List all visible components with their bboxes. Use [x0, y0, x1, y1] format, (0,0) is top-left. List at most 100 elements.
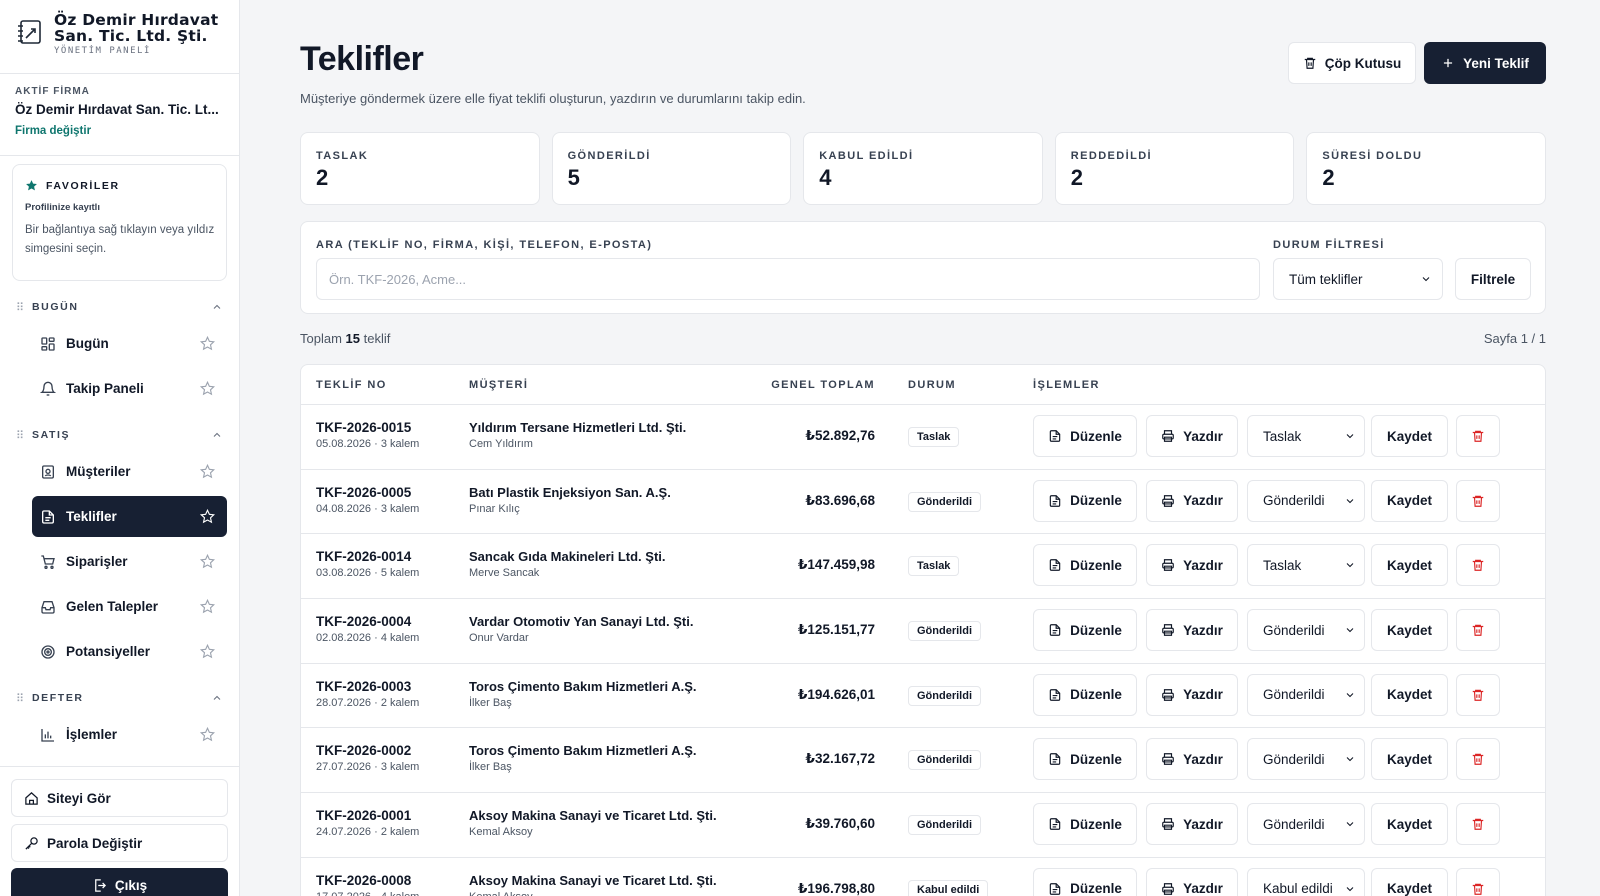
star-outline-icon[interactable]	[200, 727, 215, 742]
print-button[interactable]: Yazdır	[1146, 673, 1238, 716]
quote-number-cell: TKF-2026-0014 03.08.2026 · 5 kalem	[316, 549, 419, 579]
edit-button[interactable]: Düzenle	[1033, 479, 1137, 522]
delete-button[interactable]	[1456, 673, 1500, 716]
star-outline-icon[interactable]	[200, 336, 215, 351]
status-select[interactable]: Taslak	[1247, 544, 1365, 587]
section-sales-header[interactable]: ⠿ SATIŞ	[0, 423, 239, 447]
chevron-up-icon[interactable]	[211, 301, 223, 313]
quote-number[interactable]: TKF-2026-0003	[316, 679, 419, 694]
printer-icon	[1161, 558, 1175, 572]
star-outline-icon[interactable]	[200, 554, 215, 569]
status-select[interactable]: Gönderildi	[1247, 673, 1365, 716]
delete-button[interactable]	[1456, 738, 1500, 781]
favorites-subtitle: Profilinize kayıtlı	[25, 202, 100, 213]
save-button[interactable]: Kaydet	[1371, 479, 1448, 522]
customer-name: Sancak Gıda Makineleri Ltd. Şti.	[469, 549, 666, 565]
status-select[interactable]: Gönderildi	[1247, 479, 1365, 522]
delete-button[interactable]	[1456, 479, 1500, 522]
chevron-up-icon[interactable]	[211, 429, 223, 441]
status-select[interactable]: Gönderildi	[1247, 609, 1365, 652]
delete-button[interactable]	[1456, 609, 1500, 652]
save-button[interactable]: Kaydet	[1371, 803, 1448, 846]
sidebar-item-leads[interactable]: Potansiyeller	[32, 631, 227, 672]
drag-handle-icon[interactable]: ⠿	[16, 692, 28, 705]
sidebar-item-quotes[interactable]: Teklifler	[32, 496, 227, 537]
delete-button[interactable]	[1456, 415, 1500, 457]
print-button[interactable]: Yazdır	[1146, 738, 1238, 781]
delete-button[interactable]	[1456, 803, 1500, 846]
print-button[interactable]: Yazdır	[1146, 479, 1238, 522]
edit-button[interactable]: Düzenle	[1033, 738, 1137, 781]
quote-number[interactable]: TKF-2026-0005	[316, 485, 419, 500]
quote-number[interactable]: TKF-2026-0015	[316, 420, 419, 435]
stat-card-expired[interactable]: SÜRESİ DOLDU 2	[1306, 132, 1546, 205]
sidebar-item-transactions[interactable]: İşlemler	[32, 714, 227, 755]
star-outline-icon[interactable]	[200, 644, 215, 659]
quote-number[interactable]: TKF-2026-0004	[316, 614, 419, 629]
search-input[interactable]	[316, 258, 1260, 300]
delete-button[interactable]	[1456, 544, 1500, 587]
status-select[interactable]: Taslak	[1247, 415, 1365, 457]
trash-button[interactable]: Çöp Kutusu	[1288, 42, 1416, 84]
sidebar-item-orders[interactable]: Siparişler	[32, 541, 227, 582]
firm-change-link[interactable]: Firma değiştir	[15, 125, 224, 137]
edit-button[interactable]: Düzenle	[1033, 609, 1137, 652]
save-button[interactable]: Kaydet	[1371, 738, 1448, 781]
stat-card-draft[interactable]: TASLAK 2	[300, 132, 540, 205]
drag-handle-icon[interactable]: ⠿	[16, 301, 28, 314]
quote-number[interactable]: TKF-2026-0008	[316, 873, 419, 888]
star-outline-icon[interactable]	[200, 509, 215, 524]
stat-card-accepted[interactable]: KABUL EDİLDİ 4	[803, 132, 1043, 205]
section-ledger-header[interactable]: ⠿ DEFTER	[0, 686, 239, 710]
status-select[interactable]: Gönderildi	[1247, 738, 1365, 781]
edit-button[interactable]: Düzenle	[1033, 673, 1137, 716]
star-outline-icon[interactable]	[200, 381, 215, 396]
change-password-button[interactable]: Parola Değiştir	[11, 824, 228, 862]
sidebar-item-requests[interactable]: Gelen Talepler	[32, 586, 227, 627]
quote-number[interactable]: TKF-2026-0001	[316, 808, 419, 823]
print-button[interactable]: Yazdır	[1146, 803, 1238, 846]
star-outline-icon[interactable]	[200, 464, 215, 479]
print-button[interactable]: Yazdır	[1146, 609, 1238, 652]
edit-button[interactable]: Düzenle	[1033, 867, 1137, 896]
section-today-header[interactable]: ⠿ BUGÜN	[0, 295, 239, 319]
quote-meta: 28.07.2026 · 2 kalem	[316, 696, 420, 709]
status-select[interactable]: Kabul edildi	[1247, 867, 1365, 896]
print-label: Yazdır	[1183, 493, 1223, 509]
sidebar-item-label: Bugün	[66, 336, 109, 351]
filter-button[interactable]: Filtrele	[1455, 258, 1531, 300]
edit-button[interactable]: Düzenle	[1033, 544, 1137, 587]
sidebar-item-customers[interactable]: Müşteriler	[32, 451, 227, 492]
save-button[interactable]: Kaydet	[1371, 609, 1448, 652]
chevron-up-icon[interactable]	[211, 692, 223, 704]
save-button[interactable]: Kaydet	[1371, 544, 1448, 587]
save-button[interactable]: Kaydet	[1371, 415, 1448, 457]
save-button[interactable]: Kaydet	[1371, 867, 1448, 896]
sidebar-item-today[interactable]: Bugün	[32, 323, 227, 364]
print-button[interactable]: Yazdır	[1146, 415, 1238, 457]
edit-button[interactable]: Düzenle	[1033, 415, 1137, 457]
logout-button[interactable]: Çıkış	[11, 868, 228, 896]
customer-cell: Aksoy Makina Sanayi ve Ticaret Ltd. Şti.…	[469, 873, 717, 896]
stat-card-sent[interactable]: GÖNDERİLDİ 5	[551, 132, 792, 205]
new-quote-button[interactable]: Yeni Teklif	[1424, 42, 1546, 84]
status-badge: Gönderildi	[908, 750, 981, 771]
sidebar-item-label: Siparişler	[66, 554, 128, 569]
sidebar-item-tracking[interactable]: Takip Paneli	[32, 368, 227, 409]
print-button[interactable]: Yazdır	[1146, 544, 1238, 587]
status-select[interactable]: Gönderildi	[1247, 803, 1365, 846]
delete-button[interactable]	[1456, 867, 1500, 896]
quotes-table: TEKLİF NO MÜŞTERİ GENEL TOPLAM DURUM İŞL…	[300, 364, 1546, 896]
view-site-button[interactable]: Siteyi Gör	[11, 779, 228, 817]
stat-card-rejected[interactable]: REDDEDİLDİ 2	[1054, 132, 1295, 205]
star-outline-icon[interactable]	[200, 599, 215, 614]
status-filter-select[interactable]: Tüm teklifler	[1273, 258, 1443, 300]
edit-button[interactable]: Düzenle	[1033, 803, 1137, 846]
status-filter-label: DURUM FİLTRESİ	[1273, 239, 1385, 251]
edit-label: Düzenle	[1070, 751, 1122, 767]
save-button[interactable]: Kaydet	[1371, 673, 1448, 716]
quote-number[interactable]: TKF-2026-0002	[316, 743, 419, 758]
print-button[interactable]: Yazdır	[1146, 867, 1238, 896]
quote-number[interactable]: TKF-2026-0014	[316, 549, 419, 564]
drag-handle-icon[interactable]: ⠿	[16, 429, 28, 442]
